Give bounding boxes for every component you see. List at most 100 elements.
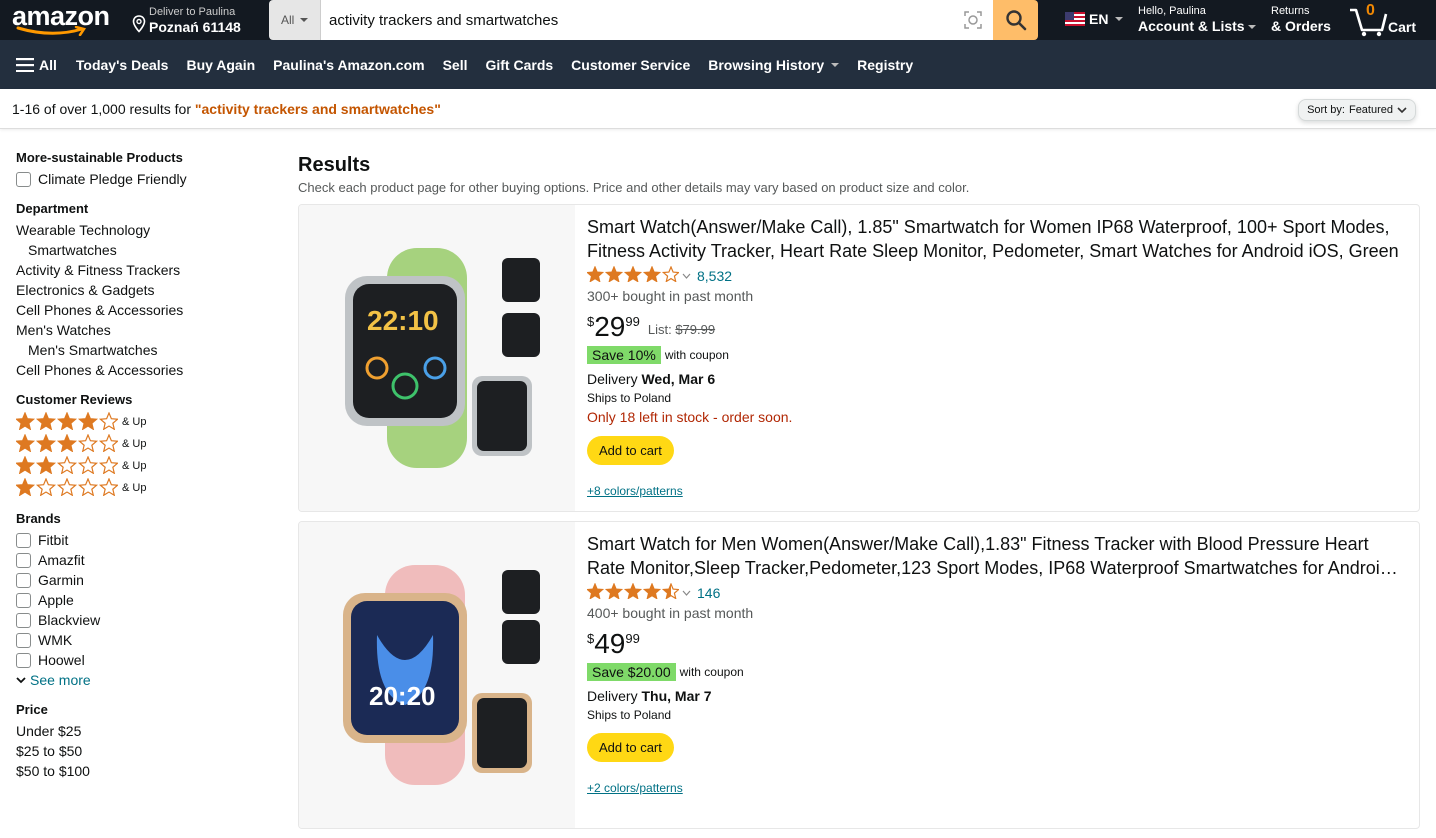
coupon-badge: Save 10% xyxy=(587,346,661,364)
nav-paulinas-amazon[interactable]: Paulina's Amazon.com xyxy=(273,57,424,73)
sustain-heading: More-sustainable Products xyxy=(16,150,183,165)
brand-filter[interactable]: Fitbit xyxy=(16,530,276,550)
coupon-badge: Save $20.00 xyxy=(587,663,676,681)
product-rating[interactable]: 146 xyxy=(585,581,1407,603)
review-filter-4-stars[interactable]: & Up xyxy=(14,410,276,433)
add-to-cart-button[interactable]: Add to cart xyxy=(587,733,674,762)
chevron-down-icon xyxy=(300,18,309,22)
pink-smartwatch-image: 20:20 xyxy=(343,565,540,785)
brand-filter[interactable]: Apple xyxy=(16,590,276,610)
review-filter-list: & Up & Up & Up & Up xyxy=(14,410,276,499)
price-filter-link[interactable]: $50 to $100 xyxy=(16,761,276,781)
rating-count[interactable]: 146 xyxy=(697,585,720,601)
all-menu-button[interactable]: All xyxy=(16,57,57,73)
svg-text:20:20: 20:20 xyxy=(369,681,436,711)
nav-sell[interactable]: Sell xyxy=(443,57,468,73)
colors-link[interactable]: +8 colors/patterns xyxy=(587,484,1407,498)
results-info-bar: 1-16 of over 1,000 results for "activity… xyxy=(0,89,1436,129)
product-card: 20:20 Smart Watch for Men Women(Answer/M… xyxy=(298,521,1420,829)
results-count: 1-16 of over 1,000 results for xyxy=(12,100,195,117)
review-filter-2-stars[interactable]: & Up xyxy=(14,454,276,477)
department-link[interactable]: Smartwatches xyxy=(16,240,276,260)
nav-buy-again[interactable]: Buy Again xyxy=(186,57,255,73)
checkbox[interactable] xyxy=(16,532,31,548)
results-list: Results Check each product page for othe… xyxy=(298,152,1420,838)
brand-filter[interactable]: Hoowel xyxy=(16,650,276,670)
delivery-info: Delivery Thu, Mar 7 xyxy=(587,688,712,704)
brand-filter[interactable]: Amazfit xyxy=(16,550,276,570)
price-list: Under $25 $25 to $50 $50 to $100 xyxy=(16,721,276,781)
product-image[interactable]: 20:20 xyxy=(299,522,575,828)
department-link[interactable]: Men's Watches xyxy=(16,320,276,340)
product-image[interactable]: 22:10 xyxy=(299,205,575,511)
deliver-label: Deliver to Paulina xyxy=(149,6,236,18)
hamburger-icon xyxy=(16,57,34,72)
department-link[interactable]: Wearable Technology xyxy=(16,220,276,240)
star-rating-icon xyxy=(14,454,120,477)
department-link[interactable]: Electronics & Gadgets xyxy=(16,280,276,300)
brand-filter[interactable]: Garmin xyxy=(16,570,276,590)
checkbox[interactable] xyxy=(16,652,31,668)
nav-browsing-history[interactable]: Browsing History xyxy=(708,57,840,73)
brand-filter[interactable]: Blackview xyxy=(16,610,276,630)
cart-count: 0 xyxy=(1366,2,1375,19)
account-lists[interactable]: Hello, Paulina Account & Lists xyxy=(1138,5,1256,35)
price-heading: Price xyxy=(16,702,48,717)
amazon-logo[interactable]: amazon xyxy=(0,0,114,40)
search-button[interactable] xyxy=(993,0,1038,40)
chevron-down-icon xyxy=(831,62,840,67)
department-link[interactable]: Cell Phones & Accessories xyxy=(16,360,276,380)
price-filter-link[interactable]: $25 to $50 xyxy=(16,741,276,761)
stock-warning: Only 18 left in stock - order soon. xyxy=(587,409,793,425)
nav-customer-service[interactable]: Customer Service xyxy=(571,57,690,73)
colors-link[interactable]: +2 colors/patterns xyxy=(587,781,1407,795)
checkbox[interactable] xyxy=(16,632,31,648)
product-rating[interactable]: 8,532 xyxy=(585,264,1407,286)
ships-to: Ships to Poland xyxy=(587,391,672,405)
chevron-down-icon xyxy=(682,590,691,596)
chevron-down-icon xyxy=(1115,17,1124,21)
climate-pledge-filter[interactable]: Climate Pledge Friendly xyxy=(16,169,276,189)
department-link[interactable]: Activity & Fitness Trackers xyxy=(16,260,276,280)
price: $ 49 99 xyxy=(587,628,640,659)
bought-count: 300+ bought in past month xyxy=(587,288,754,304)
search-category-select[interactable]: All xyxy=(269,0,321,40)
department-link[interactable]: Cell Phones & Accessories xyxy=(16,300,276,320)
delivery-info: Delivery Wed, Mar 6 xyxy=(587,371,716,387)
cart-button[interactable]: 0 Cart xyxy=(1348,2,1428,38)
deliver-to[interactable]: Deliver to Paulina Poznań 61148 xyxy=(132,0,241,40)
review-filter-1-stars[interactable]: & Up xyxy=(14,476,276,499)
sort-dropdown[interactable]: Sort by: Featured xyxy=(1298,99,1416,121)
department-link[interactable]: Men's Smartwatches xyxy=(16,340,276,360)
language-selector[interactable]: EN xyxy=(1065,11,1124,27)
coupon[interactable]: Save 10% with coupon xyxy=(587,346,1407,364)
brands-heading: Brands xyxy=(16,511,61,526)
camera-search-icon[interactable] xyxy=(953,0,993,40)
checkbox[interactable] xyxy=(16,592,31,608)
checkbox[interactable] xyxy=(16,572,31,588)
product-title[interactable]: Smart Watch(Answer/Make Call), 1.85" Sma… xyxy=(587,215,1407,263)
coupon[interactable]: Save $20.00 with coupon xyxy=(587,663,1407,681)
nav-registry[interactable]: Registry xyxy=(857,57,913,73)
brand-filter[interactable]: WMK xyxy=(16,630,276,650)
nav-gift-cards[interactable]: Gift Cards xyxy=(485,57,553,73)
filter-sidebar: More-sustainable Products Climate Pledge… xyxy=(14,150,276,781)
list-price: List: $79.99 xyxy=(647,322,716,337)
see-more-link[interactable]: See more xyxy=(16,670,276,690)
rating-count[interactable]: 8,532 xyxy=(697,268,732,284)
review-filter-3-stars[interactable]: & Up xyxy=(14,432,276,455)
checkbox[interactable] xyxy=(16,612,31,628)
search-input[interactable] xyxy=(321,0,953,40)
nav-todays-deals[interactable]: Today's Deals xyxy=(76,57,169,73)
main-nav: All Today's Deals Buy Again Paulina's Am… xyxy=(0,40,1436,89)
star-rating-icon xyxy=(14,476,120,499)
search-icon xyxy=(1005,10,1026,31)
price-filter-link[interactable]: Under $25 xyxy=(16,721,276,741)
returns-orders[interactable]: Returns & Orders xyxy=(1271,5,1331,35)
checkbox[interactable] xyxy=(16,552,31,568)
product-title[interactable]: Smart Watch for Men Women(Answer/Make Ca… xyxy=(587,532,1407,580)
add-to-cart-button[interactable]: Add to cart xyxy=(587,436,674,465)
checkbox[interactable] xyxy=(16,171,31,187)
green-smartwatch-image: 22:10 xyxy=(345,248,540,468)
price: $ 29 99 List: $79.99 xyxy=(587,311,716,342)
